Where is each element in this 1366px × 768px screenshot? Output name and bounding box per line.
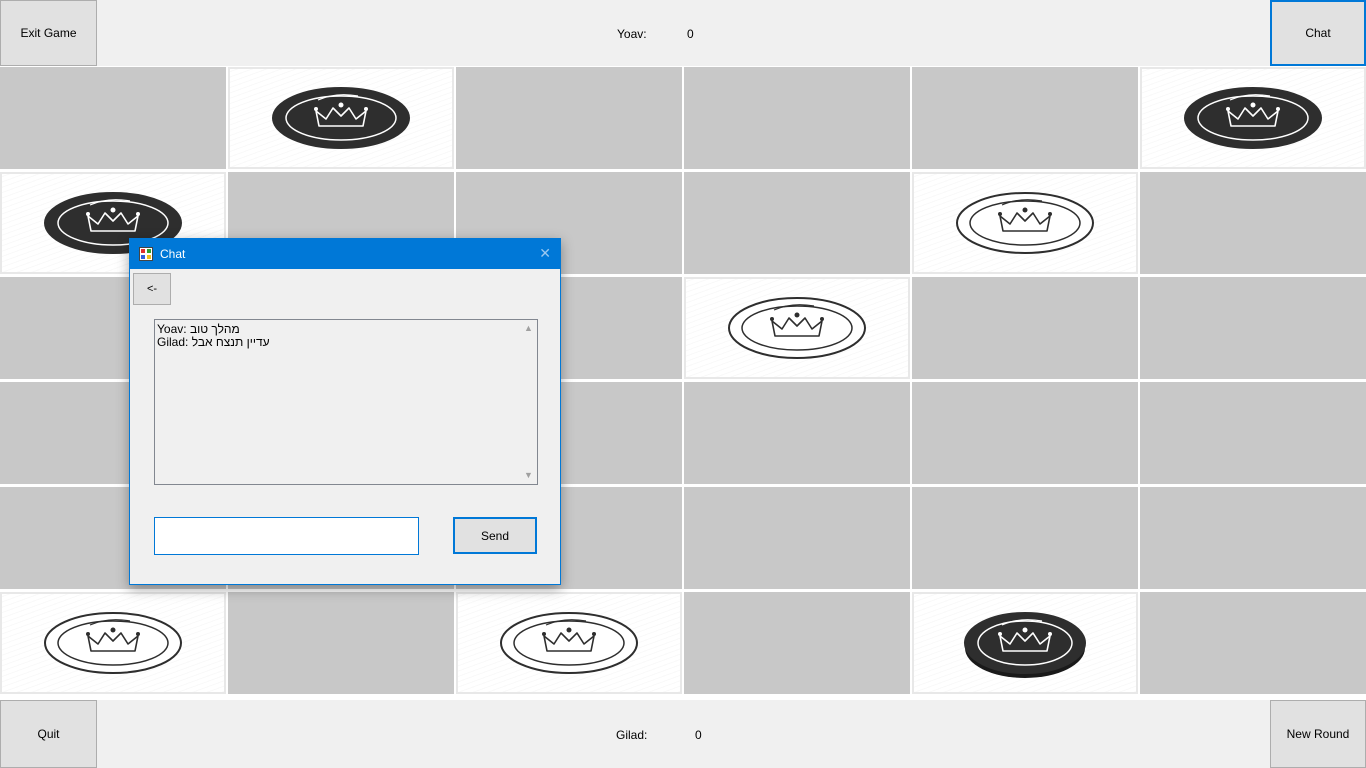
scroll-down-icon[interactable]: ▼: [524, 470, 533, 480]
new-round-label: New Round: [1286, 727, 1350, 741]
card-hidden[interactable]: [1140, 487, 1366, 589]
player1-name-label: Yoav:: [617, 27, 647, 41]
close-icon[interactable]: ✕: [539, 245, 551, 262]
card-revealed[interactable]: [456, 592, 682, 694]
card-hidden[interactable]: [912, 382, 1138, 484]
card-hidden[interactable]: [912, 277, 1138, 379]
card-hidden[interactable]: [1140, 382, 1366, 484]
card-hidden[interactable]: [1140, 592, 1366, 694]
card-hidden[interactable]: [684, 172, 910, 274]
quit-button[interactable]: Quit: [0, 700, 97, 768]
exit-game-button[interactable]: Exit Game: [0, 0, 97, 66]
card-hidden[interactable]: [912, 67, 1138, 169]
card-hidden[interactable]: [684, 382, 910, 484]
card-hidden[interactable]: [1140, 172, 1366, 274]
message-sender: Gilad:: [157, 335, 189, 349]
message-text: עדיין תנצח אבל: [191, 335, 270, 349]
card-hidden[interactable]: [684, 592, 910, 694]
card-revealed[interactable]: [684, 277, 910, 379]
player2-score: 0: [695, 728, 702, 742]
chat-button[interactable]: Chat: [1270, 0, 1366, 66]
card-hidden[interactable]: [1140, 277, 1366, 379]
back-button-label: <-: [146, 283, 158, 295]
back-button[interactable]: <-: [133, 273, 171, 305]
card-hidden[interactable]: [684, 487, 910, 589]
chat-button-label: Chat: [1305, 26, 1331, 40]
chat-message: Yoav: מהלך טוב: [157, 322, 240, 336]
chat-title-bar[interactable]: Chat ✕: [130, 239, 560, 269]
chat-scrollbar[interactable]: ▲ ▼: [520, 320, 537, 484]
card-hidden[interactable]: [912, 487, 1138, 589]
card-hidden[interactable]: [0, 67, 226, 169]
chat-window: Chat ✕ <- Yoav: מהלך טוב Gilad: עדיין תנ…: [129, 238, 561, 585]
card-hidden[interactable]: [456, 67, 682, 169]
message-text: מהלך טוב: [189, 322, 240, 336]
chat-message-input[interactable]: [154, 517, 419, 555]
card-hidden[interactable]: [228, 592, 454, 694]
chat-message: Gilad: עדיין תנצח אבל: [157, 335, 270, 349]
player1-score: 0: [687, 27, 694, 41]
send-button-label: Send: [480, 528, 510, 543]
card-revealed[interactable]: [912, 172, 1138, 274]
app-icon: [139, 247, 153, 261]
card-revealed[interactable]: [0, 592, 226, 694]
player2-name-label: Gilad:: [616, 728, 648, 742]
card-revealed[interactable]: [228, 67, 454, 169]
card-revealed[interactable]: [912, 592, 1138, 694]
exit-game-label: Exit Game: [20, 26, 77, 40]
quit-button-label: Quit: [37, 727, 60, 741]
chat-window-title: Chat: [160, 247, 186, 261]
new-round-button[interactable]: New Round: [1270, 700, 1366, 768]
top-bar: Exit Game Yoav: 0 Chat: [0, 0, 1366, 66]
chat-messages-box[interactable]: Yoav: מהלך טוב Gilad: עדיין תנצח אבל ▲ ▼: [154, 319, 538, 485]
message-sender: Yoav:: [157, 322, 187, 336]
card-hidden[interactable]: [684, 67, 910, 169]
bottom-bar: Quit Gilad: 0 New Round: [0, 700, 1366, 768]
scroll-up-icon[interactable]: ▲: [524, 323, 533, 333]
card-revealed[interactable]: [1140, 67, 1366, 169]
send-button[interactable]: Send: [453, 517, 537, 554]
